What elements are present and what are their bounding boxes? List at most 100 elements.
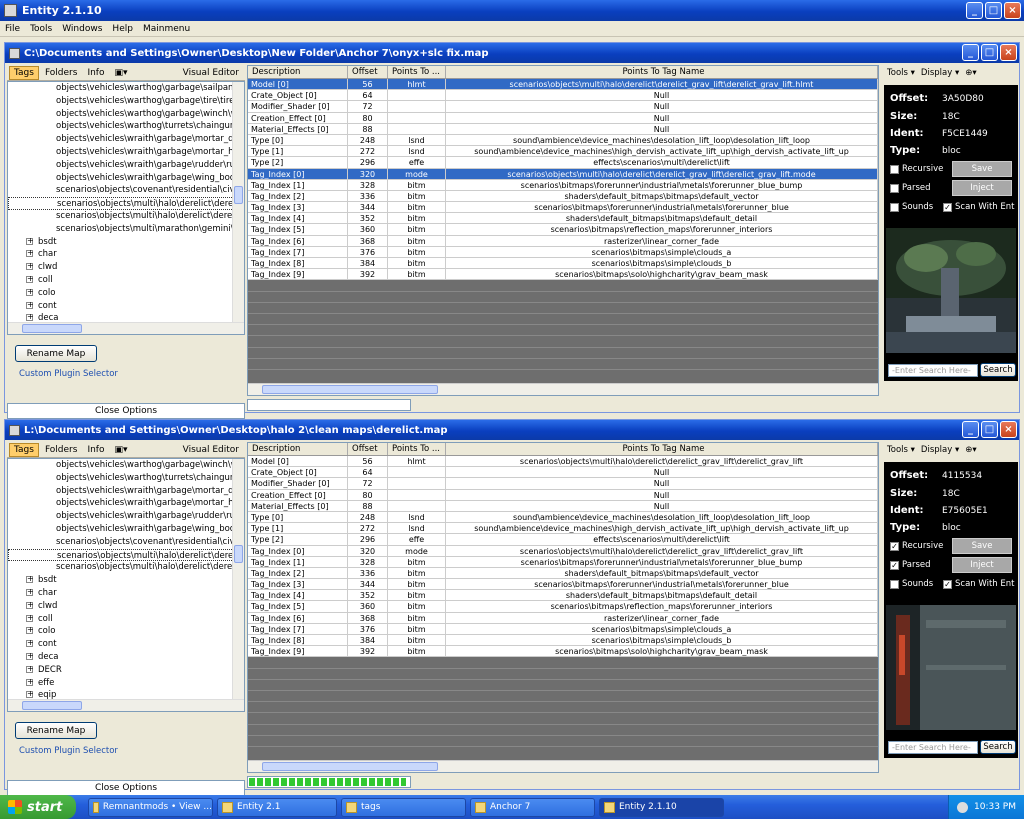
scan-with-ent-checkbox[interactable]: ✓ Scan With Ent <box>943 579 1014 589</box>
tree-node[interactable]: objects\vehicles\wraith\garbage\mortar_h… <box>8 497 244 510</box>
table-row[interactable]: Tag_Index [7] 376 bitm scenarios\bitmaps… <box>248 246 878 258</box>
table-row[interactable]: Creation_Effect [0] 80 Null <box>248 112 878 124</box>
sounds-checkbox[interactable]: Sounds <box>890 579 933 589</box>
tree-node[interactable]: bsdt <box>8 574 244 587</box>
tab-tags[interactable]: Tags <box>9 65 39 80</box>
custom-plugin-selector-link[interactable]: Custom Plugin Selector <box>19 746 118 756</box>
image-dropdown-icon[interactable]: ▣▾ <box>111 67 132 79</box>
table-row[interactable]: Tag_Index [8] 384 bitm scenarios\bitmaps… <box>248 258 878 270</box>
table-row[interactable]: Tag_Index [6] 368 bitm rasterizer\linear… <box>248 612 878 624</box>
tag-tree[interactable]: objects\vehicles\warthog\garbage\winch\w… <box>7 458 245 712</box>
taskbar-item-entity21[interactable]: Entity 2.1 <box>217 797 337 817</box>
parsed-checkbox[interactable]: ✓ Parsed <box>890 560 931 570</box>
expand-icon[interactable] <box>26 261 34 273</box>
expand-icon[interactable] <box>26 677 34 688</box>
recursive-checkbox[interactable]: ✓ Recursive <box>890 541 943 551</box>
table-row[interactable]: Tag_Index [1] 328 bitm scenarios\bitmaps… <box>248 179 878 191</box>
tree-node[interactable]: scenarios\objects\multi\marathon\gemini\… <box>8 223 244 236</box>
expand-icon[interactable] <box>26 651 34 663</box>
col-description[interactable]: Description <box>248 66 348 78</box>
scan-with-ent-checkbox[interactable]: ✓ Scan With Ent <box>943 202 1014 212</box>
tree-node[interactable]: scenarios\objects\covenant\residential\c… <box>8 184 244 197</box>
table-row[interactable]: Modifier_Shader [0] 72 Null <box>248 478 878 490</box>
tree-node[interactable]: scenarios\objects\multi\halo\derelict\de… <box>8 548 244 562</box>
tree-node[interactable]: scenarios\objects\multi\halo\derelict\de… <box>8 561 244 574</box>
table-row[interactable]: Type [0] 248 lsnd sound\ambience\device_… <box>248 511 878 524</box>
tree-horizontal-scrollbar[interactable] <box>8 699 244 711</box>
table-row[interactable]: Material_Effects [0] 88 Null <box>248 500 878 512</box>
table-row[interactable]: Type [1] 272 lsnd sound\ambience\device_… <box>248 146 878 158</box>
minimize-button[interactable]: _ <box>962 44 979 61</box>
tree-node[interactable]: coll <box>8 274 244 287</box>
taskbar-item-remnantmods[interactable]: Remnantmods • View ... <box>88 797 213 817</box>
table-row[interactable]: Model [0] 56 hlmt scenarios\objects\mult… <box>248 79 878 91</box>
maximize-button[interactable]: □ <box>981 421 998 438</box>
expand-icon[interactable] <box>26 312 34 324</box>
taskbar-item-anchor7[interactable]: Anchor 7 <box>470 797 595 817</box>
table-row[interactable]: Tag_Index [0] 320 mode scenarios\objects… <box>248 545 878 557</box>
tree-node[interactable]: scenarios\objects\covenant\residential\c… <box>8 536 244 549</box>
add-icon[interactable]: ⊕▾ <box>965 68 976 78</box>
tree-node[interactable]: objects\vehicles\wraith\garbage\mortar_d… <box>8 133 244 146</box>
table-row[interactable]: Crate_Object [0] 64 Null <box>248 90 878 102</box>
search-button[interactable]: Search <box>980 363 1016 377</box>
tree-node[interactable]: deca <box>8 651 244 664</box>
close-options-button[interactable]: Close Options <box>7 780 245 796</box>
inject-button[interactable]: Inject <box>952 180 1012 196</box>
col-offset[interactable]: Offset <box>348 66 388 78</box>
expand-icon[interactable] <box>26 613 34 624</box>
tab-info[interactable]: Info <box>83 444 108 456</box>
search-button[interactable]: Search <box>980 740 1016 754</box>
table-row[interactable]: Model [0] 56 hlmt scenarios\objects\mult… <box>248 456 878 468</box>
tree-node[interactable]: objects\vehicles\wraith\garbage\wing_boo… <box>8 172 244 185</box>
table-row[interactable]: Tag_Index [2] 336 bitm shaders\default_b… <box>248 567 878 580</box>
tree-node[interactable]: objects\vehicles\warthog\turrets\chaingu… <box>8 120 244 133</box>
sounds-checkbox[interactable]: Sounds <box>890 202 933 212</box>
custom-plugin-selector-link[interactable]: Custom Plugin Selector <box>19 369 118 379</box>
tree-node[interactable]: cont <box>8 300 244 313</box>
grid-horizontal-scrollbar[interactable] <box>248 383 878 395</box>
grid-horizontal-scrollbar[interactable] <box>248 760 878 772</box>
start-button[interactable]: start <box>0 795 76 819</box>
expand-icon[interactable] <box>26 287 34 299</box>
tab-folders[interactable]: Folders <box>41 67 82 79</box>
expand-icon[interactable] <box>26 600 34 612</box>
tree-node[interactable]: objects\vehicles\wraith\garbage\rudder\r… <box>8 159 244 172</box>
tree-node[interactable]: objects\vehicles\wraith\garbage\mortar_h… <box>8 146 244 159</box>
table-row[interactable]: Tag_Index [5] 360 bitm scenarios\bitmaps… <box>248 601 878 613</box>
tools-menu[interactable]: Tools ▾ <box>887 68 915 78</box>
tree-node[interactable]: objects\vehicles\warthog\garbage\tire\ti… <box>8 95 244 108</box>
tree-node[interactable]: objects\vehicles\wraith\garbage\rudder\r… <box>8 510 244 523</box>
recursive-checkbox[interactable]: Recursive <box>890 164 943 174</box>
table-row[interactable]: Tag_Index [1] 328 bitm scenarios\bitmaps… <box>248 556 878 568</box>
table-row[interactable]: Tag_Index [8] 384 bitm scenarios\bitmaps… <box>248 635 878 647</box>
col-points-to[interactable]: Points To ... <box>388 66 446 78</box>
expand-icon[interactable] <box>26 689 34 701</box>
tree-node[interactable]: objects\vehicles\warthog\garbage\winch\w… <box>8 459 244 472</box>
tree-node[interactable]: clwd <box>8 600 244 613</box>
tab-tags[interactable]: Tags <box>9 442 39 457</box>
tree-node[interactable]: objects\vehicles\warthog\turrets\chaingu… <box>8 472 244 485</box>
rename-map-button[interactable]: Rename Map <box>15 722 97 739</box>
table-row[interactable]: Tag_Index [7] 376 bitm scenarios\bitmaps… <box>248 623 878 635</box>
taskbar-item-tags[interactable]: tags <box>341 797 466 817</box>
close-button[interactable]: × <box>1000 44 1017 61</box>
table-row[interactable]: Tag_Index [5] 360 bitm scenarios\bitmaps… <box>248 224 878 236</box>
menu-windows[interactable]: Windows <box>57 24 107 34</box>
table-row[interactable]: Tag_Index [2] 336 bitm shaders\default_b… <box>248 190 878 203</box>
table-row[interactable]: Tag_Index [6] 368 bitm rasterizer\linear… <box>248 235 878 247</box>
table-row[interactable]: Modifier_Shader [0] 72 Null <box>248 101 878 113</box>
menu-file[interactable]: File <box>0 24 25 34</box>
tree-node[interactable]: scenarios\objects\multi\halo\derelict\de… <box>8 210 244 223</box>
close-options-button[interactable]: Close Options <box>7 403 245 419</box>
close-button[interactable]: × <box>1004 2 1021 19</box>
maximize-button[interactable]: □ <box>981 44 998 61</box>
table-row[interactable]: Tag_Index [9] 392 bitm scenarios\bitmaps… <box>248 269 878 281</box>
search-input[interactable]: -Enter Search Here- <box>888 741 978 754</box>
tools-menu[interactable]: Tools ▾ <box>887 445 915 455</box>
tab-visual-editor[interactable]: Visual Editor <box>179 67 243 79</box>
table-row[interactable]: Type [2] 296 effe effects\scenarios\mult… <box>248 157 878 169</box>
col-offset[interactable]: Offset <box>348 443 388 455</box>
tree-node[interactable]: cont <box>8 638 244 651</box>
expand-icon[interactable] <box>26 574 34 586</box>
